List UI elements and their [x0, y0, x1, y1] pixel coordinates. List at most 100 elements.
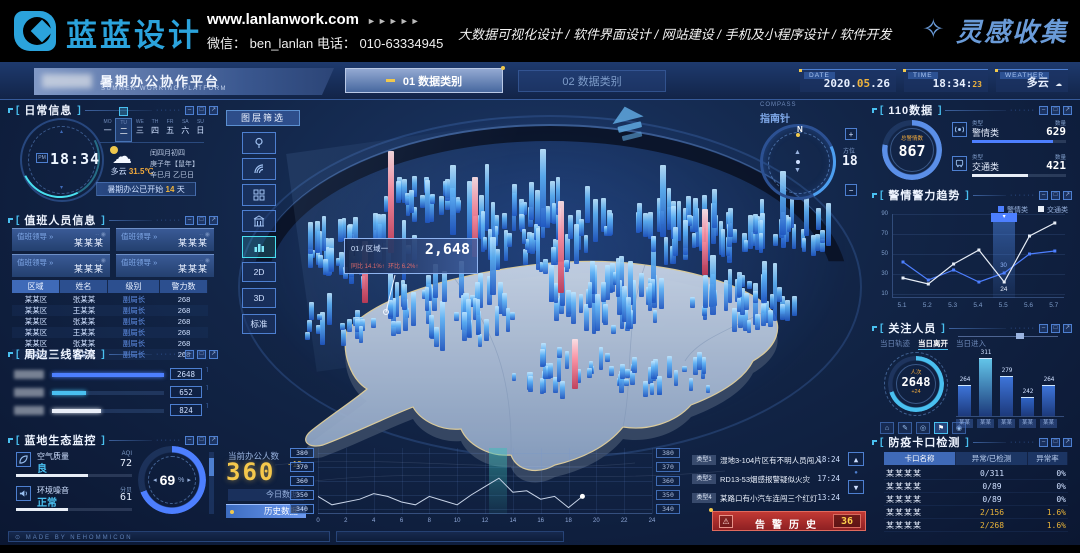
- compass-zoom-out-button[interactable]: −: [845, 184, 857, 196]
- checkpoint-col-header: 异常/已检测: [956, 452, 1028, 465]
- week-cell[interactable]: SU日: [193, 118, 208, 142]
- bar-fill: [52, 391, 86, 395]
- bar-track: [52, 373, 164, 377]
- panel-expand-icon[interactable]: ↗: [1063, 438, 1072, 447]
- tab-data-category-2[interactable]: 02 数据类别: [518, 70, 666, 92]
- panel-window-icon[interactable]: □: [197, 436, 206, 445]
- week-cell[interactable]: SA六: [178, 118, 193, 142]
- map-mode-std-button[interactable]: 标准: [242, 314, 276, 334]
- bar: [958, 385, 971, 416]
- week-cell[interactable]: TU二: [115, 118, 132, 142]
- screen: 蓝蓝设计 www.lanlanwork.com►►►►► 微信： ben_lan…: [0, 0, 1080, 553]
- range-slider[interactable]: [958, 336, 1058, 337]
- duty-card[interactable]: 值班领导 »·· ◉某某某: [12, 254, 110, 277]
- panel-expand-icon[interactable]: ↗: [1063, 191, 1072, 200]
- x-tick: 18: [563, 518, 575, 524]
- alert-row[interactable]: 类型1湿地3-104片区有不明人员闯入18:24: [692, 452, 840, 471]
- tick-decoration: ˥: [206, 386, 208, 392]
- panel-window-icon[interactable]: □: [197, 106, 206, 115]
- cloud-icon: ☁: [1055, 76, 1062, 89]
- duty-cell: 某某区: [12, 327, 60, 338]
- x-tick: 24: [646, 518, 658, 524]
- tab-data-category-1[interactable]: 01 数据类别: [345, 68, 503, 93]
- duty-cell: 某某区: [12, 316, 60, 327]
- scroll-down-button[interactable]: ▼: [848, 480, 864, 494]
- x-tick: 5.2: [919, 302, 935, 309]
- panel-window-icon[interactable]: □: [1051, 191, 1060, 200]
- focus-tab-track[interactable]: 当日轨迹: [880, 338, 910, 350]
- panel-window-icon[interactable]: □: [197, 216, 206, 225]
- focus-tab-left[interactable]: 当日离开: [918, 338, 948, 350]
- panel-minimize-icon[interactable]: –: [1039, 106, 1048, 115]
- week-row: MO一TU二WE三TH四FR五SA六SU日: [100, 118, 208, 142]
- alarm-history-banner[interactable]: ⚠ 告警历史 36: [712, 511, 866, 531]
- scroll-up-button[interactable]: ▲: [848, 452, 864, 466]
- panel-expand-icon[interactable]: ↗: [209, 350, 218, 359]
- panel-minimize-icon[interactable]: –: [1039, 191, 1048, 200]
- alert-row[interactable]: 类型4某路口有小汽车连闯三个红灯13:24: [692, 490, 840, 509]
- layer-signal-icon[interactable]: [242, 158, 276, 180]
- week-cell[interactable]: FR五: [163, 118, 178, 142]
- panel-window-icon[interactable]: □: [1051, 106, 1060, 115]
- panel-expand-icon[interactable]: ↗: [209, 106, 218, 115]
- panel-minimize-icon[interactable]: –: [185, 436, 194, 445]
- bar: [1000, 376, 1013, 416]
- duty-card[interactable]: 值班领导 »·· ◉某某某: [12, 228, 110, 251]
- date-segment: DATE 2020.05.26: [800, 69, 896, 92]
- panel-expand-icon[interactable]: ↗: [1063, 106, 1072, 115]
- site-url[interactable]: www.lanlanwork.com►►►►►: [207, 11, 422, 28]
- week-cell[interactable]: MO一: [100, 118, 115, 142]
- focus-filter-icon-2[interactable]: ◎: [916, 422, 930, 434]
- table-row: 某某区王某某副局长268: [12, 305, 208, 316]
- focus-filter-icon-3[interactable]: ⚑: [934, 422, 948, 434]
- panel-title: 关注人员: [888, 320, 936, 336]
- panel-minimize-icon[interactable]: –: [185, 106, 194, 115]
- panel-minimize-icon[interactable]: –: [185, 350, 194, 359]
- panel-expand-icon[interactable]: ↗: [209, 436, 218, 445]
- bus-icon: [952, 156, 967, 171]
- checkpoint-rate: 1.6%: [1028, 506, 1068, 518]
- bar-value: 264: [1039, 376, 1059, 383]
- week-cn: 日: [193, 125, 208, 136]
- panel-duty-header: [值班人员信息] ······ –□↗: [8, 212, 218, 228]
- map-mode-2d-button[interactable]: 2D: [242, 262, 276, 282]
- week-cell[interactable]: TH四: [147, 118, 162, 142]
- bar-value: 264: [955, 376, 975, 383]
- map-tooltip: 01 / 区域一 2,648 同比 14.1%↑ 环比 6.2%↑: [344, 238, 478, 274]
- alert-time: 17:24: [817, 474, 840, 483]
- air-metric-label: AQI: [108, 451, 132, 457]
- focus-filter-icon-1[interactable]: ✎: [898, 422, 912, 434]
- alert-row[interactable]: 类型2RD13-53烟感报警疑似火灾17:24: [692, 471, 840, 490]
- panel-minimize-icon[interactable]: –: [185, 216, 194, 225]
- panel-minimize-icon[interactable]: –: [1039, 438, 1048, 447]
- y-tick-left: 350: [290, 490, 314, 500]
- alert-text: RD13-53烟感报警疑似火灾: [720, 474, 810, 485]
- bar: [1021, 397, 1034, 416]
- layer-bars-icon[interactable]: [242, 236, 276, 258]
- panel-window-icon[interactable]: □: [1051, 438, 1060, 447]
- duty-role: 值班领导 »: [121, 231, 157, 242]
- divider: [100, 142, 204, 143]
- week-cell[interactable]: WE三: [132, 118, 147, 142]
- arrows-icon: ►►►►►: [367, 16, 422, 26]
- panel-expand-icon[interactable]: ↗: [209, 216, 218, 225]
- layer-pin-icon[interactable]: [242, 132, 276, 154]
- traffic-value: 652: [170, 386, 202, 398]
- compass-dial[interactable]: N ▲ ▼: [760, 124, 836, 200]
- eco-scrollbar[interactable]: [209, 452, 214, 514]
- gridline: [652, 448, 653, 514]
- bar-label: 某某: [977, 419, 994, 428]
- duty-cell: 268: [160, 294, 208, 305]
- bar: [979, 358, 992, 416]
- compass-zoom-in-button[interactable]: +: [845, 128, 857, 140]
- x-tick: 5.3: [945, 302, 961, 309]
- panel-window-icon[interactable]: □: [197, 350, 206, 359]
- map-mode-3d-button[interactable]: 3D: [242, 288, 276, 308]
- layer-grid-icon[interactable]: [242, 184, 276, 206]
- focus-filter-icon-0[interactable]: ⌂: [880, 422, 894, 434]
- layer-building-icon[interactable]: [242, 210, 276, 232]
- duty-card[interactable]: 值班领导 »·· ◉某某某: [116, 254, 214, 277]
- slider-handle[interactable]: [1016, 333, 1024, 339]
- duty-card[interactable]: 值班领导 »·· ◉某某某: [116, 228, 214, 251]
- x-tick: 10: [451, 518, 463, 524]
